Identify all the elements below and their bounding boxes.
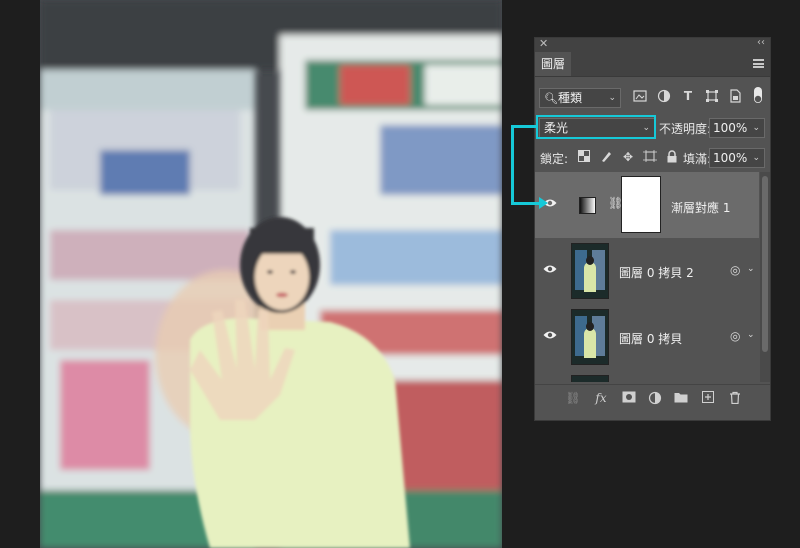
smart-object-filter-icon[interactable] — [728, 89, 742, 103]
layer-thumbnail[interactable] — [571, 309, 609, 365]
layers-list: ⛓ 漸層對應 1 圖層 0 拷貝 2 ◎ ⌄ 圖層 0 拷貝 ◎ ⌄ — [535, 172, 759, 382]
visibility-eye-icon[interactable] — [543, 330, 557, 340]
fill-label: 填滿: — [683, 152, 712, 166]
layer-row-copy-2[interactable]: 圖層 0 拷貝 2 ◎ ⌄ — [535, 238, 759, 304]
smart-filter-icon[interactable]: ◎ — [730, 263, 740, 277]
layer-name: 漸層對應 1 — [671, 201, 731, 215]
highlight-connector-bottom — [511, 202, 541, 205]
layer-name: 圖層 0 拷貝 2 — [619, 266, 694, 280]
filter-kind-select[interactable]: 🔍︎種類 ⌄ — [539, 88, 621, 108]
highlight-arrow-icon — [539, 197, 548, 209]
photo-image — [40, 0, 502, 548]
layer-thumbnail[interactable] — [571, 243, 609, 299]
chevron-down-icon: ⌄ — [608, 93, 616, 103]
layers-scrollbar[interactable] — [760, 172, 770, 382]
highlight-connector-vertical — [511, 125, 514, 205]
opacity-label: 不透明度: — [659, 122, 712, 136]
blend-mode-highlight-box — [536, 115, 656, 139]
layers-action-bar: ⛓ fx — [535, 384, 770, 411]
highlight-connector-top — [511, 125, 537, 128]
new-adjustment-layer-icon[interactable] — [647, 391, 663, 405]
chevron-down-icon: ⌄ — [752, 123, 760, 133]
panel-menu-icon[interactable] — [753, 59, 764, 68]
layer-row-copy[interactable]: 圖層 0 拷貝 ◎ ⌄ — [535, 304, 759, 370]
link-layers-icon[interactable]: ⛓ — [565, 391, 581, 405]
lock-image-pixels-icon[interactable] — [599, 150, 613, 164]
new-group-folder-icon[interactable] — [673, 391, 689, 405]
delete-layer-icon[interactable] — [727, 391, 743, 405]
tab-layers[interactable]: 圖層 — [535, 52, 571, 76]
filter-toggle-icon[interactable] — [751, 87, 765, 103]
fx-button[interactable]: fx — [593, 391, 609, 405]
fill-field[interactable]: 100% ⌄ — [709, 148, 765, 168]
lock-all-icon[interactable] — [665, 150, 679, 164]
smart-filter-icon[interactable]: ◎ — [730, 329, 740, 343]
layer-row-partial[interactable] — [535, 370, 759, 382]
visibility-eye-icon[interactable] — [543, 264, 557, 274]
type-filter-icon[interactable]: T — [681, 89, 695, 103]
layer-row-gradient-map[interactable]: ⛓ 漸層對應 1 — [535, 172, 759, 238]
lock-transparent-pixels-icon[interactable] — [577, 150, 591, 164]
layer-thumbnail[interactable] — [571, 375, 609, 382]
add-mask-icon[interactable] — [621, 391, 637, 405]
adjustment-filter-icon[interactable] — [657, 89, 671, 103]
close-icon[interactable]: ✕ — [539, 37, 548, 50]
scrollbar-thumb[interactable] — [762, 176, 768, 352]
document-canvas[interactable] — [40, 0, 502, 548]
opacity-value: 100% — [713, 121, 748, 135]
lock-label: 鎖定: — [540, 152, 569, 166]
chevron-down-icon[interactable]: ⌄ — [747, 330, 755, 340]
filter-kind-label: 種類 — [557, 91, 582, 105]
fill-value: 100% — [713, 151, 748, 165]
gradient-map-adjustment-icon — [579, 197, 596, 214]
chevron-down-icon[interactable]: ⌄ — [747, 264, 755, 274]
lock-position-icon[interactable]: ✥ — [621, 150, 635, 164]
opacity-field[interactable]: 100% ⌄ — [709, 118, 765, 138]
pixel-filter-icon[interactable] — [633, 89, 647, 103]
lock-artboard-icon[interactable] — [643, 150, 657, 164]
collapse-icon[interactable]: ‹‹ — [757, 37, 765, 48]
panel-header: ✕ ‹‹ — [535, 37, 770, 52]
layer-name: 圖層 0 拷貝 — [619, 332, 683, 346]
layer-mask-thumbnail[interactable] — [621, 176, 661, 233]
link-icon[interactable]: ⛓ — [608, 196, 623, 210]
chevron-down-icon: ⌄ — [752, 153, 760, 163]
search-icon: 🔍︎ — [544, 92, 558, 105]
layers-panel: ✕ ‹‹ 圖層 🔍︎種類 ⌄ T 柔光 ⌄ 不透明度: 100% ⌄ 鎖定: ✥… — [534, 37, 771, 421]
shape-filter-icon[interactable] — [705, 89, 719, 103]
new-layer-icon[interactable] — [700, 391, 716, 405]
panel-tab-row: 圖層 — [535, 52, 770, 77]
